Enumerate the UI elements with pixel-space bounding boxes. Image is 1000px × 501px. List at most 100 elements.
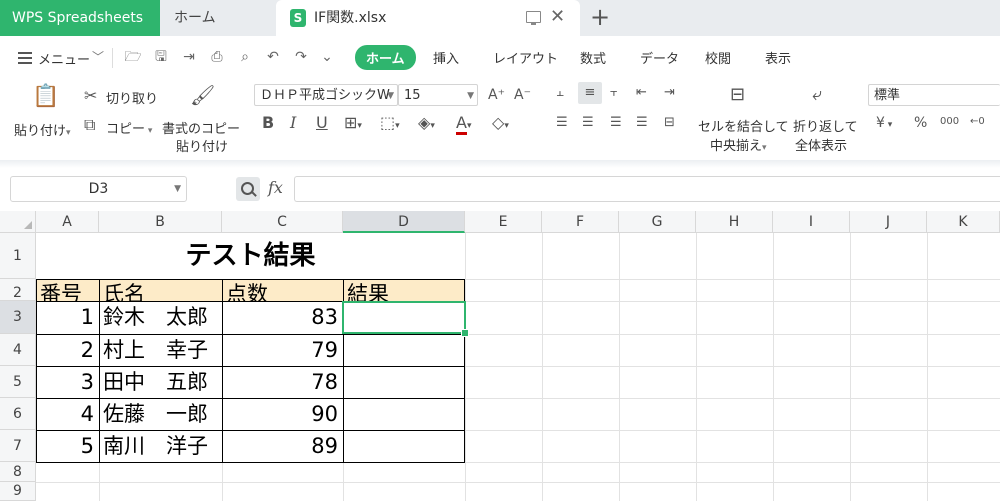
header-cell-score[interactable]: 点数 xyxy=(222,279,343,301)
font-color-icon[interactable]: A▾ xyxy=(456,113,471,135)
clear-format-icon[interactable]: ◇▾ xyxy=(492,114,509,135)
cell-result[interactable] xyxy=(343,398,465,430)
undo-icon[interactable]: ↶ xyxy=(264,48,282,66)
open-folder-icon[interactable]: 🗁 xyxy=(124,48,142,66)
tab-view[interactable]: 表示 xyxy=(765,48,791,67)
column-header-c[interactable]: C xyxy=(222,211,343,233)
format-painter-label-2[interactable]: 貼り付け xyxy=(176,136,228,155)
formula-input[interactable] xyxy=(294,176,1000,202)
spreadsheet-grid[interactable]: A B C D E F G H I J K 1 2 3 4 5 6 7 8 9 … xyxy=(0,211,1000,501)
row-header-9[interactable]: 9 xyxy=(0,482,36,501)
cell-number[interactable]: 3 xyxy=(36,366,99,398)
align-bottom-icon[interactable]: ⫟ xyxy=(610,84,618,102)
function-icon[interactable]: fx xyxy=(268,178,283,197)
column-header-e[interactable]: E xyxy=(465,211,542,233)
header-cell-name[interactable]: 氏名 xyxy=(99,279,222,301)
column-header-a[interactable]: A xyxy=(36,211,99,233)
row-header-4[interactable]: 4 xyxy=(0,334,36,366)
italic-button[interactable]: I xyxy=(290,114,296,132)
row-header-6[interactable]: 6 xyxy=(0,398,36,430)
hamburger-icon[interactable] xyxy=(18,52,32,64)
copy-icon[interactable]: ⧉ xyxy=(84,116,95,134)
align-center-icon[interactable]: ☰ xyxy=(582,114,594,132)
align-middle-icon[interactable]: ≡ xyxy=(578,82,602,104)
tab-formulas[interactable]: 数式 xyxy=(580,48,606,67)
zoom-icon[interactable] xyxy=(236,177,260,201)
row-header-7[interactable]: 7 xyxy=(0,430,36,462)
increase-indent-icon[interactable]: ⇥ xyxy=(664,84,675,102)
font-size-select[interactable]: 15 ▼ xyxy=(398,84,478,106)
cell-number[interactable]: 1 xyxy=(36,301,99,334)
justify-icon[interactable]: ☰ xyxy=(636,114,648,132)
number-format-select[interactable]: 標準 xyxy=(868,84,1000,106)
chevron-down-icon[interactable]: ﹀ xyxy=(92,48,104,65)
cell-score[interactable]: 83 xyxy=(222,301,343,334)
header-cell-number[interactable]: 番号 xyxy=(36,279,99,301)
export-icon[interactable]: ⇥ xyxy=(180,48,198,66)
file-tab[interactable]: S IF関数.xlsx ✕ xyxy=(276,0,580,36)
column-header-g[interactable]: G xyxy=(619,211,696,233)
column-header-j[interactable]: J xyxy=(850,211,927,233)
cell-score[interactable]: 79 xyxy=(222,334,343,366)
cell-name[interactable]: 南川 洋子 xyxy=(99,430,222,462)
monitor-icon[interactable] xyxy=(526,11,541,25)
row-header-3[interactable]: 3 xyxy=(0,301,36,334)
close-tab-icon[interactable]: ✕ xyxy=(550,6,565,28)
app-tab[interactable]: WPS Spreadsheets xyxy=(0,0,160,36)
row-header-1[interactable]: 1 xyxy=(0,233,36,279)
paste-button[interactable]: 貼り付け▾ xyxy=(14,120,71,139)
merge-center-label-2[interactable]: 中央揃え▾ xyxy=(710,135,767,154)
cell-number[interactable]: 2 xyxy=(36,334,99,366)
fill-color-icon[interactable]: ◈▾ xyxy=(418,114,435,135)
decrease-indent-icon[interactable]: ⇤ xyxy=(636,84,647,102)
cell-number[interactable]: 4 xyxy=(36,398,99,430)
column-header-f[interactable]: F xyxy=(542,211,619,233)
tab-layout[interactable]: レイアウト xyxy=(493,48,558,67)
cell-result[interactable] xyxy=(343,366,465,398)
decimal-icon[interactable]: ←0 xyxy=(970,113,985,131)
active-cell-selection[interactable] xyxy=(342,301,466,334)
tab-insert[interactable]: 挿入 xyxy=(433,48,459,67)
percent-button[interactable]: % xyxy=(914,114,927,132)
bold-button[interactable]: B xyxy=(262,114,274,132)
decrease-font-icon[interactable]: A⁻ xyxy=(514,86,531,104)
borders-icon[interactable]: ⊞▾ xyxy=(344,114,362,135)
column-header-b[interactable]: B xyxy=(99,211,222,233)
fill-handle[interactable] xyxy=(461,329,469,337)
font-name-select[interactable]: ＤＨＰ平成ゴシックW ▼ xyxy=(254,84,398,106)
print-icon[interactable]: ⎙ xyxy=(208,48,226,66)
cell-score[interactable]: 89 xyxy=(222,430,343,462)
sheet-title-cell[interactable]: テスト結果 xyxy=(36,233,465,279)
print-preview-icon[interactable]: ⌕ xyxy=(236,48,254,66)
increase-font-icon[interactable]: A⁺ xyxy=(488,86,505,104)
currency-button[interactable]: ¥ ▾ xyxy=(876,114,892,134)
column-header-k[interactable]: K xyxy=(927,211,1000,233)
save-icon[interactable]: 🖫 xyxy=(152,48,170,66)
tab-home[interactable]: ホーム xyxy=(355,45,416,70)
cut-button[interactable]: 切り取り xyxy=(106,88,158,107)
scissors-icon[interactable]: ✂ xyxy=(84,87,97,105)
cell-score[interactable]: 90 xyxy=(222,398,343,430)
row-header-8[interactable]: 8 xyxy=(0,462,36,482)
select-all-corner[interactable] xyxy=(0,211,36,233)
cell-name[interactable]: 村上 幸子 xyxy=(99,334,222,366)
row-header-5[interactable]: 5 xyxy=(0,366,36,398)
wrap-text-icon[interactable]: ⤶ xyxy=(812,86,822,104)
quick-access-dropdown-icon[interactable]: ⌄ xyxy=(318,48,336,66)
column-header-h[interactable]: H xyxy=(696,211,773,233)
merge-center-icon[interactable]: ⊟ xyxy=(730,86,745,104)
home-tab[interactable]: ホーム xyxy=(162,0,274,36)
format-painter-icon[interactable]: 🖌 xyxy=(190,85,215,105)
menu-button[interactable]: メニュー xyxy=(38,49,90,68)
new-tab-icon[interactable]: + xyxy=(590,3,610,31)
align-top-icon[interactable]: ⫠ xyxy=(556,84,564,102)
tab-data[interactable]: データ xyxy=(640,48,679,67)
name-box[interactable]: D3 ▼ xyxy=(10,176,187,202)
redo-icon[interactable]: ↷ xyxy=(292,48,310,66)
column-header-i[interactable]: I xyxy=(773,211,850,233)
tab-review[interactable]: 校閲 xyxy=(705,48,731,67)
header-cell-result[interactable]: 結果 xyxy=(343,279,465,301)
row-header-2[interactable]: 2 xyxy=(0,279,36,301)
cell-result[interactable] xyxy=(343,334,465,366)
cell-name[interactable]: 佐藤 一郎 xyxy=(99,398,222,430)
